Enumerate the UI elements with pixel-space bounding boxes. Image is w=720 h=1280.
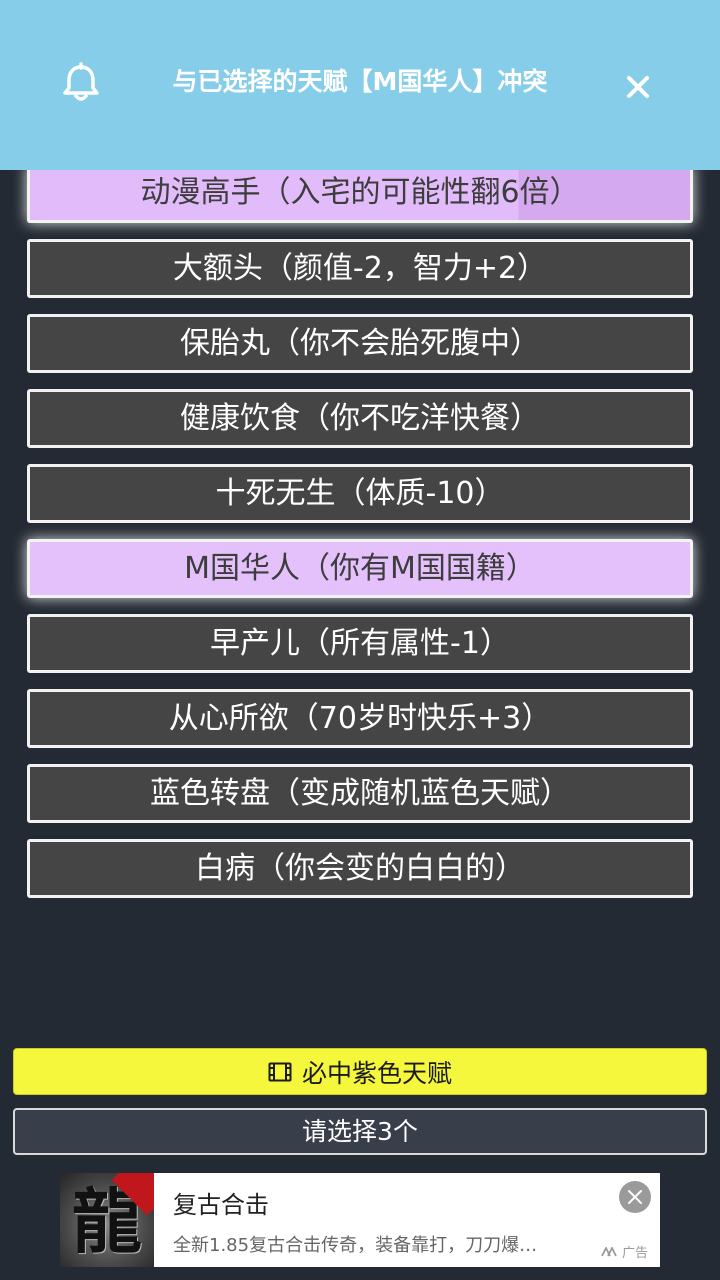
ad-description: 全新1.85复古合击传奇，装备靠打，刀刀爆… bbox=[173, 1235, 538, 1256]
talent-option[interactable]: 大额头（颜值-2，智力+2） bbox=[27, 239, 693, 298]
talent-option[interactable]: 蓝色转盘（变成随机蓝色天赋） bbox=[27, 764, 693, 823]
guaranteed-purple-talent-button[interactable]: 必中紫色天赋 bbox=[13, 1048, 707, 1095]
ad-thumbnail: 龍 bbox=[60, 1173, 154, 1267]
notification-close-button[interactable] bbox=[619, 68, 657, 106]
talent-option[interactable]: 白病（你会变的白白的） bbox=[27, 839, 693, 898]
purple-button-label: 必中紫色天赋 bbox=[301, 1058, 452, 1088]
ad-network-icon bbox=[601, 1246, 617, 1256]
notification-message: 与已选择的天赋【M国华人】冲突 bbox=[172, 67, 548, 96]
talent-option[interactable]: 从心所欲（70岁时快乐+3） bbox=[27, 689, 693, 748]
talent-option[interactable]: 保胎丸（你不会胎死腹中） bbox=[27, 314, 693, 373]
talent-option[interactable]: 健康饮食（你不吃洋快餐） bbox=[27, 389, 693, 448]
bell-icon bbox=[63, 62, 99, 101]
ad-title: 复古合击 bbox=[173, 1191, 269, 1219]
film-icon bbox=[268, 1062, 292, 1081]
ad-tag-text: 广告 bbox=[622, 1246, 649, 1261]
talent-option[interactable]: 动漫高手（入宅的可能性翻6倍） bbox=[27, 165, 693, 223]
ad-label: 广告 bbox=[601, 1242, 648, 1261]
ad-close-button[interactable] bbox=[619, 1181, 651, 1213]
close-icon bbox=[627, 76, 649, 98]
talent-option[interactable]: 十死无生（体质-10） bbox=[27, 464, 693, 523]
close-icon bbox=[628, 1190, 642, 1204]
talent-list: 动漫高手（入宅的可能性翻6倍） 大额头（颜值-2，智力+2） 保胎丸（你不会胎死… bbox=[27, 165, 693, 914]
select-three-button[interactable]: 请选择3个 bbox=[13, 1108, 707, 1155]
ad-banner[interactable]: 龍 复古合击 全新1.85复古合击传奇，装备靠打，刀刀爆… 广告 bbox=[60, 1173, 660, 1267]
talent-option[interactable]: M国华人（你有M国国籍） bbox=[27, 539, 693, 598]
talent-option[interactable]: 早产儿（所有属性-1） bbox=[27, 614, 693, 673]
conflict-notification: 与已选择的天赋【M国华人】冲突 bbox=[0, 0, 720, 170]
